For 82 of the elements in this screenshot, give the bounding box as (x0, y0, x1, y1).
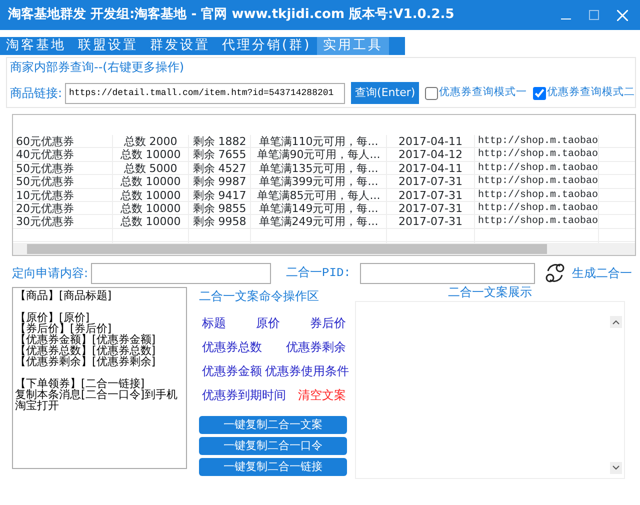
tab[interactable]: 群发设置 (144, 37, 216, 55)
checkbox[interactable] (425, 86, 438, 100)
table-cell: http://shop.m.taobao (475, 215, 599, 228)
query-button[interactable]: 查询(Enter) (351, 82, 420, 104)
close-icon[interactable] (617, 10, 628, 20)
url-field[interactable]: https://detail.tmall.com/item.htm?id=543714288201 (65, 82, 346, 104)
tab[interactable]: 代理分销(群) (216, 37, 318, 55)
table-cell: 单笔满399元可用，每... (251, 175, 387, 188)
text-field[interactable] (91, 262, 272, 284)
table-cell: 2017-04-11 (387, 135, 475, 148)
table-cell: 剩余 9855 (189, 202, 251, 214)
table-cell: 60元优惠券 (13, 135, 113, 148)
field-label: 商品链接: (10, 85, 62, 102)
table-cell: 单笔满90元可用，每人... (251, 148, 387, 161)
insert-link[interactable]: 优惠券总数 (202, 338, 262, 356)
table-cell: 总数 10000 (113, 188, 189, 201)
table-cell: 2017-04-12 (387, 148, 475, 161)
table-cell: 总数 10000 (113, 175, 189, 188)
table-cell: 总数 2000 (113, 135, 189, 148)
tab[interactable]: 联盟设置 (72, 37, 144, 55)
insert-link[interactable]: 券后价 (310, 314, 346, 332)
copy-button[interactable]: 一键复制二合一链接 (199, 458, 347, 476)
table-cell: 单笔满249元可用，每... (251, 215, 387, 228)
table-cell: 单笔满149元可用，每... (251, 202, 387, 214)
table-cell: 单笔满110元可用，每... (251, 135, 387, 148)
table-cell: 20元优惠券 (13, 202, 113, 214)
table-cell: 2017-07-31 (387, 215, 475, 228)
table-cell: 2017-07-31 (387, 188, 475, 201)
insert-link[interactable]: 优惠券剩余 (286, 338, 346, 356)
generate-link[interactable]: 生成二合一 (572, 264, 632, 282)
table-cell: 2017-04-11 (387, 162, 475, 174)
table-cell: 总数 10000 (113, 202, 189, 214)
table-cell: 单笔满135元可用，每... (251, 162, 387, 174)
panel-title: 二合一文案展示 (447, 284, 533, 301)
window-title: 淘客基地群发 开发组:淘客基地 - 官网 www.tkjidi.com 版本号:V1.0.2.5 (7, 6, 456, 24)
insert-link[interactable]: 标题 (202, 314, 226, 332)
table-cell: 单笔满85元可用，每人... (251, 188, 387, 201)
insert-link[interactable]: 优惠券使用条件 (265, 362, 349, 380)
exchange-icon[interactable] (544, 262, 566, 284)
table-cell: http://shop.m.taobao (475, 135, 599, 148)
checkbox-label[interactable]: 优惠券查询模式一 (439, 85, 528, 101)
table-cell: 剩余 4527 (189, 162, 251, 174)
table-cell: 10元优惠券 (13, 188, 113, 201)
table-cell: http://shop.m.taobao (475, 148, 599, 161)
table-cell: http://shop.m.taobao (475, 202, 599, 214)
table-cell: http://shop.m.taobao (475, 162, 599, 174)
field-label: 二合一PID: (286, 265, 351, 282)
scroll-down-icon[interactable] (610, 462, 622, 474)
checkbox-label[interactable]: 优惠券查询模式二 (547, 85, 636, 101)
table-cell: 剩余 7655 (189, 148, 251, 161)
maximize-icon[interactable] (589, 10, 599, 20)
table-cell: 剩余 9417 (189, 188, 251, 201)
field-label: 定向申请内容: (12, 265, 88, 282)
group-title: 商家内部券查询--(右键更多操作) (10, 59, 186, 76)
panel-title: 二合一文案命令操作区 (199, 288, 320, 305)
pid-field[interactable] (360, 262, 535, 284)
insert-link[interactable]: 原价 (256, 314, 280, 332)
table-cell: 50元优惠券 (13, 175, 113, 188)
insert-link[interactable]: 优惠券金额 (202, 362, 262, 380)
horizontal-scrollbar[interactable] (13, 243, 635, 255)
tab[interactable]: 淘客基地 (0, 37, 72, 55)
table-cell: 2017-07-31 (387, 175, 475, 188)
table-cell: 剩余 9958 (189, 215, 251, 228)
table-cell: 50元优惠券 (13, 162, 113, 174)
table-cell: http://shop.m.taobao (475, 188, 599, 201)
copy-button[interactable]: 一键复制二合一口令 (199, 437, 347, 455)
table-cell: 2017-07-31 (387, 202, 475, 214)
table-cell: 总数 10000 (113, 148, 189, 161)
clear-link[interactable]: 清空文案 (298, 386, 346, 404)
template-textarea[interactable]: 【商品】[商品标题] 【原价】[原价] 【券后价】[券后价] 【优惠券金额】[优惠券金额] 【优惠券总数】[优惠券总数] 【优惠券剩余】[优惠券剩余] 【下单领券】[二合一链接] 复制本条消息[二合一口令]到手机 淘宝打开 (12, 287, 187, 469)
checkbox[interactable] (533, 86, 546, 100)
table-cell: 总数 5000 (113, 162, 189, 174)
table-cell: 剩余 1882 (189, 135, 251, 148)
table-cell: 剩余 9987 (189, 175, 251, 188)
table-cell: 总数 10000 (113, 215, 189, 228)
copy-button[interactable]: 一键复制二合一文案 (199, 416, 347, 434)
insert-link[interactable]: 优惠券到期时间 (202, 386, 286, 404)
tab[interactable]: 实用工具 (317, 37, 390, 55)
scroll-up-icon[interactable] (610, 316, 622, 328)
table-cell: 30元优惠券 (13, 215, 113, 228)
table-cell: http://shop.m.taobao (475, 175, 599, 188)
table-cell: 40元优惠券 (13, 148, 113, 161)
